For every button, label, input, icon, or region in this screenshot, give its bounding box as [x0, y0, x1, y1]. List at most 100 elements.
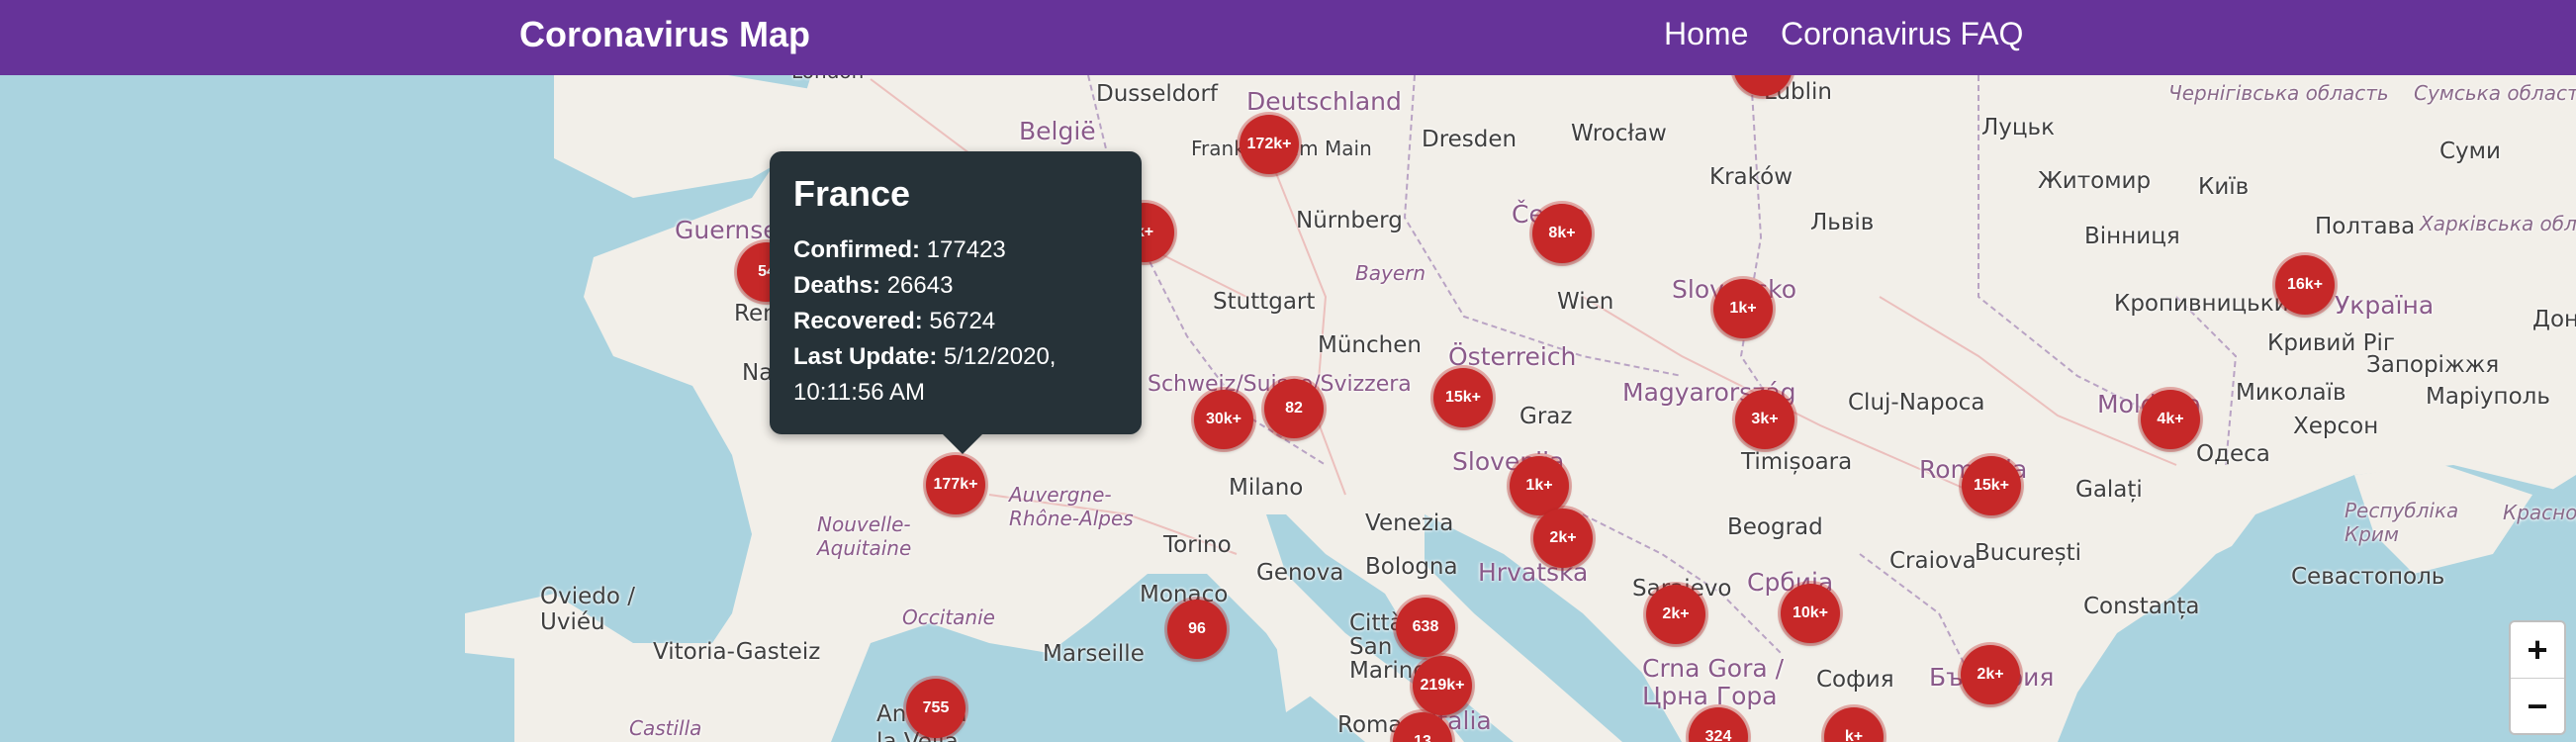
place-label: Полтава [2315, 214, 2416, 239]
popup-deaths-value: 26643 [886, 272, 954, 299]
zoom-in-button[interactable]: + [2511, 622, 2564, 679]
place-label: Bayern [1355, 261, 1426, 285]
place-label: București [1975, 540, 2082, 566]
place-label: Constanța [2083, 594, 2200, 619]
case-cluster-marker[interactable]: 82 [1264, 379, 1324, 438]
popup-last-update-value-2: 10:11:56 AM [793, 379, 925, 406]
place-label: Донецьк [2532, 307, 2576, 332]
nav-link-home[interactable]: Home [1664, 16, 1748, 52]
place-label: Херсон [2293, 414, 2379, 439]
case-cluster-marker[interactable]: 2k+ [1646, 585, 1705, 644]
popup-last-update: Last Update: 5/12/2020, [793, 339, 1120, 375]
place-label: Одеса [2196, 441, 2270, 467]
case-cluster-marker[interactable]: 15k+ [1962, 456, 2021, 515]
place-label: Stuttgart [1213, 289, 1316, 315]
place-label: София [1816, 667, 1894, 693]
zoom-control: + − [2509, 620, 2566, 735]
case-cluster-marker[interactable]: 1k+ [1510, 456, 1569, 515]
place-label: München [1318, 332, 1422, 358]
case-cluster-marker[interactable]: 4k+ [2141, 390, 2200, 449]
place-label: Харківська область [2420, 212, 2576, 235]
case-cluster-marker[interactable]: 1k+ [1713, 279, 1773, 338]
place-label: Dusseldorf [1096, 81, 1219, 107]
popup-last-update-label: Last Update: [793, 343, 938, 370]
place-label: Чернігівська область [2168, 81, 2389, 105]
place-label: Venezia [1365, 510, 1454, 536]
popup-deaths-label: Deaths: [793, 272, 881, 299]
place-label: Республіка Крим [2345, 499, 2459, 546]
case-cluster-marker[interactable]: 16k+ [2275, 255, 2335, 315]
place-label: Galați [2075, 477, 2143, 503]
place-label: Суми [2439, 139, 2501, 164]
case-cluster-marker[interactable]: 10k+ [1781, 584, 1840, 643]
place-label: Kraków [1709, 164, 1794, 190]
place-label: Timișoara [1741, 449, 1853, 475]
place-label: Wien [1557, 289, 1614, 315]
place-label: Cluj-Napoca [1848, 390, 1985, 416]
map[interactable]: London Dusseldorf Deutschland Dresden Wr… [0, 0, 2576, 742]
popup-recovered: Recovered: 56724 [793, 304, 1120, 339]
place-label: Житомир [2038, 168, 2152, 194]
app-root: London Dusseldorf Deutschland Dresden Wr… [0, 0, 2576, 742]
place-label: Marseille [1043, 641, 1145, 667]
case-cluster-marker[interactable]: 8k+ [1532, 204, 1592, 263]
place-label: Миколаїв [2236, 380, 2346, 406]
place-label: Запоріжжя [2366, 352, 2500, 378]
popup-recovered-value: 56724 [929, 308, 996, 334]
place-label: Oviedo / Uviéu [540, 584, 635, 635]
place-label: Львів [1810, 210, 1875, 235]
country-popup: France Confirmed: 177423 Deaths: 26643 R… [770, 151, 1142, 454]
place-label: Wrocław [1571, 121, 1667, 146]
popup-recovered-label: Recovered: [793, 308, 923, 334]
case-cluster-marker[interactable]: 3k+ [1735, 390, 1794, 449]
place-label: Кропивницький [2114, 291, 2304, 317]
place-label: Roma [1337, 712, 1403, 738]
popup-title: France [793, 173, 911, 214]
place-label: Genova [1256, 560, 1344, 586]
case-cluster-marker[interactable]: 172k+ [1240, 115, 1299, 174]
case-cluster-marker[interactable]: 30k+ [1194, 390, 1253, 449]
case-cluster-marker[interactable]: 2k+ [1961, 645, 2020, 704]
place-label: Луцьк [1981, 115, 2056, 140]
place-label: België [1019, 117, 1096, 145]
case-cluster-marker[interactable]: 96 [1167, 600, 1227, 659]
place-label: Auvergne-Rhône-Alpes [1009, 483, 1134, 530]
place-label: Milano [1229, 475, 1304, 501]
case-cluster-marker[interactable]: 2k+ [1533, 509, 1593, 568]
place-label: Beograd [1727, 514, 1823, 540]
place-label: Österreich [1448, 342, 1577, 371]
place-label: Київ [2198, 174, 2250, 200]
nav-link-faq[interactable]: Coronavirus FAQ [1781, 16, 2023, 52]
place-label: Вінниця [2084, 224, 2180, 249]
place-label: Краснодар [2503, 501, 2576, 524]
popup-last-update-value-1: 5/12/2020, [944, 343, 1057, 370]
zoom-out-button[interactable]: − [2511, 679, 2564, 734]
popup-deaths: Deaths: 26643 [793, 268, 1120, 304]
place-label: Craiova [1889, 548, 1977, 574]
place-label: Graz [1519, 404, 1573, 429]
popup-confirmed: Confirmed: 177423 [793, 232, 1120, 268]
popup-confirmed-value: 177423 [926, 236, 1006, 263]
place-label: Севастополь [2291, 564, 2445, 590]
place-label: Torino [1163, 532, 1232, 558]
top-navbar: Coronavirus Map Home Coronavirus FAQ [0, 0, 2576, 75]
case-cluster-marker[interactable]: 755 [906, 679, 966, 738]
place-label: Occitanie [902, 605, 995, 629]
case-cluster-marker[interactable]: 638 [1396, 598, 1455, 657]
brand-link[interactable]: Coronavirus Map [519, 14, 810, 55]
case-cluster-marker[interactable]: 15k+ [1433, 368, 1493, 427]
place-label: Castilla [629, 716, 702, 740]
place-label: Crna Gora / Црна Гора [1642, 654, 1785, 710]
place-label: Vitoria-Gasteiz [653, 639, 821, 665]
place-label: Nouvelle-Aquitaine [817, 512, 912, 560]
case-cluster-marker[interactable]: 219k+ [1413, 656, 1472, 715]
place-label: Dresden [1422, 127, 1518, 152]
place-label: Bologna [1365, 554, 1458, 580]
place-label: Nürnberg [1296, 208, 1403, 233]
case-cluster-marker[interactable]: 177k+ [926, 455, 985, 514]
popup-last-update-2: 10:11:56 AM [793, 375, 1120, 411]
popup-confirmed-label: Confirmed: [793, 236, 920, 263]
place-label: Deutschland [1246, 87, 1402, 116]
place-label: Маріуполь [2426, 384, 2550, 410]
place-label: Сумська область [2414, 81, 2576, 105]
